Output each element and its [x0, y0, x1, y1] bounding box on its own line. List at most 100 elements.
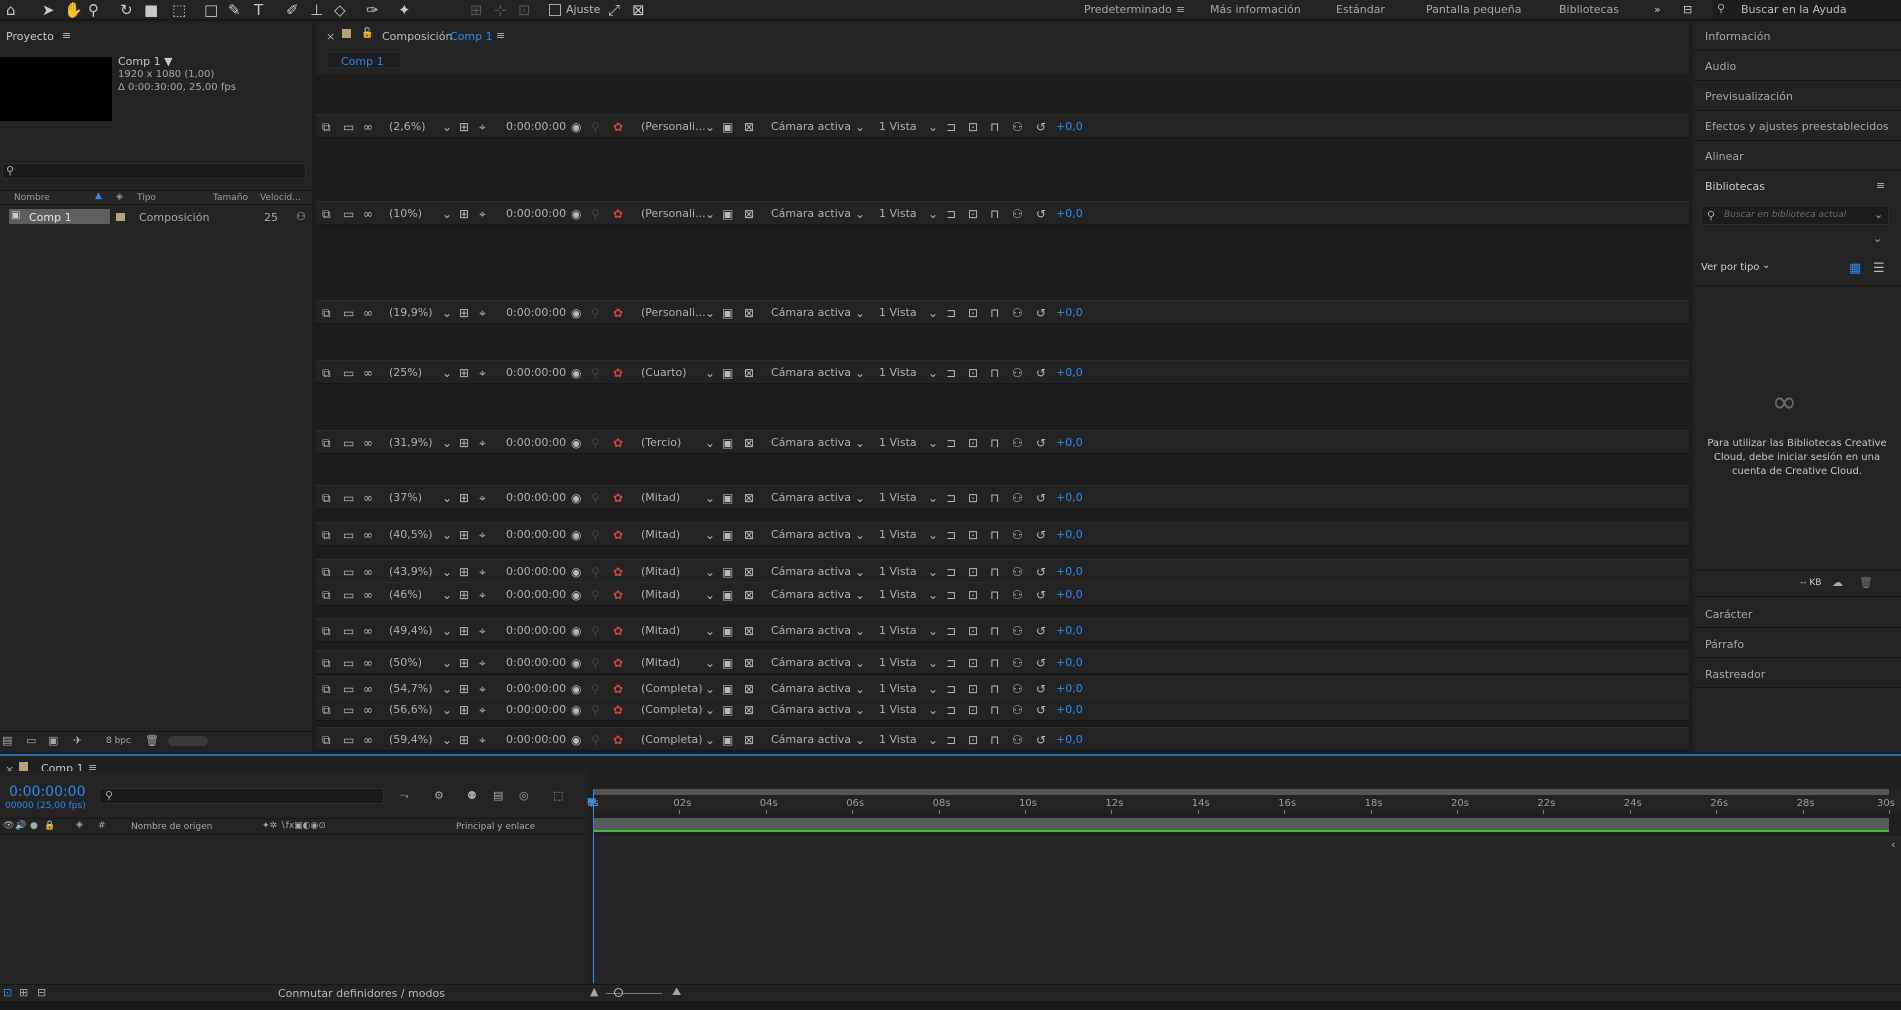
mask-visibility-icon[interactable]: ∞ — [363, 207, 373, 221]
transparency-grid-icon[interactable]: ⊠ — [744, 703, 754, 717]
current-time-display[interactable]: 0:00:00:00 — [506, 207, 566, 220]
snapshot-icon[interactable]: ◉ — [571, 306, 581, 320]
transparency-grid-icon[interactable]: ⊠ — [744, 528, 754, 542]
chevron-down-icon[interactable]: ⌄ — [705, 366, 715, 380]
chevron-down-icon[interactable]: ⌄ — [855, 306, 865, 320]
show-snapshot-icon[interactable]: ⚲ — [591, 703, 600, 717]
camera-dropdown[interactable]: Cámara activa — [771, 207, 851, 220]
resolution-dropdown[interactable]: (Personali... — [641, 306, 706, 319]
always-preview-icon[interactable]: ⧉ — [322, 306, 331, 321]
mask-visibility-icon[interactable]: ∞ — [363, 656, 373, 670]
panel-preview[interactable]: Previsualización — [1705, 90, 1793, 103]
region-of-interest-icon[interactable]: ▣ — [722, 656, 733, 670]
workspace-libraries[interactable]: Bibliotecas — [1559, 3, 1619, 16]
monitor-icon[interactable]: ▭ — [343, 703, 354, 717]
chevron-down-icon[interactable]: ⌄ — [855, 682, 865, 696]
always-preview-icon[interactable]: ⧉ — [322, 491, 331, 506]
resolution-dropdown[interactable]: (Personali... — [641, 207, 706, 220]
chevron-down-icon[interactable]: ⌄ — [928, 528, 938, 542]
region-of-interest-icon[interactable]: ▣ — [722, 491, 733, 505]
chevron-down-icon[interactable]: ⌄ — [705, 703, 715, 717]
camera-dropdown[interactable]: Cámara activa — [771, 588, 851, 601]
flowchart-icon[interactable]: ⚇ — [1012, 703, 1023, 717]
panel-effects[interactable]: Efectos y ajustes preestablecidos — [1705, 120, 1889, 133]
transparency-grid-icon[interactable]: ⊠ — [744, 588, 754, 602]
camera-dropdown[interactable]: Cámara activa — [771, 491, 851, 504]
transparency-grid-icon[interactable]: ⊠ — [744, 366, 754, 380]
mask-visibility-icon[interactable]: ∞ — [363, 565, 373, 579]
grid-guides-icon[interactable]: ⊞ — [459, 733, 469, 747]
mask-visibility-icon[interactable]: ∞ — [363, 733, 373, 747]
chevron-down-icon[interactable]: ⌄ — [855, 703, 865, 717]
channel-icon[interactable]: ✿ — [613, 624, 623, 638]
chevron-down-icon[interactable]: ⌄ — [855, 120, 865, 134]
timeline-icon[interactable]: ⊓ — [990, 366, 999, 380]
chevron-down-icon[interactable]: ⌄ — [442, 306, 452, 320]
transparency-grid-icon[interactable]: ⊠ — [744, 436, 754, 450]
exposure-value[interactable]: +0,0 — [1056, 366, 1083, 379]
camera-dropdown[interactable]: Cámara activa — [771, 733, 851, 746]
view-layout-dropdown[interactable]: 1 Vista — [879, 207, 917, 220]
magnification-dropdown[interactable]: (19,9%) — [389, 306, 433, 319]
magnification-dropdown[interactable]: (59,4%) — [389, 733, 433, 746]
grid-guides-icon[interactable]: ⊞ — [459, 207, 469, 221]
chevron-down-icon[interactable]: ⌄ — [928, 491, 938, 505]
3d-view-icon[interactable]: ⊐ — [946, 624, 956, 638]
grid-guides-icon[interactable]: ⊞ — [459, 528, 469, 542]
fast-previews-icon[interactable]: ⊡ — [968, 733, 978, 747]
show-snapshot-icon[interactable]: ⚲ — [591, 207, 600, 221]
channel-icon[interactable]: ✿ — [613, 703, 623, 717]
chevron-down-icon[interactable]: ⌄ — [442, 733, 452, 747]
project-row[interactable]: ▣ Comp 1 Composición 25 ⚇ — [0, 208, 312, 225]
mask-visibility-icon[interactable]: ∞ — [363, 588, 373, 602]
snapshot-icon[interactable]: ◉ — [571, 491, 581, 505]
help-search-input[interactable]: ⚲ Buscar en la Ayuda — [1713, 0, 1901, 19]
timeline-icon[interactable]: ⊓ — [990, 120, 999, 134]
monitor-icon[interactable]: ▭ — [343, 528, 354, 542]
lock-icon[interactable]: 🔒 — [44, 821, 55, 831]
chevron-down-icon[interactable]: ⌄ — [855, 436, 865, 450]
view-layout-dropdown[interactable]: 1 Vista — [879, 306, 917, 319]
fast-previews-icon[interactable]: ⊡ — [968, 624, 978, 638]
work-area-bar[interactable] — [593, 789, 1889, 795]
chevron-down-icon[interactable]: ⌄ — [442, 436, 452, 450]
toggle-mask-icon[interactable]: ⌖ — [479, 588, 486, 603]
current-time-display[interactable]: 0:00:00:00 — [506, 528, 566, 541]
toggle-mask-icon[interactable]: ⌖ — [479, 120, 486, 135]
snap-options-icon[interactable]: ⤢ — [608, 1, 620, 19]
transparency-grid-icon[interactable]: ⊠ — [744, 656, 754, 670]
view-layout-dropdown[interactable]: 1 Vista — [879, 624, 917, 637]
chevron-down-icon[interactable]: ⌄ — [442, 491, 452, 505]
transparency-grid-icon[interactable]: ⊠ — [744, 682, 754, 696]
resolution-dropdown[interactable]: (Mitad) — [641, 565, 680, 578]
cloud-sync-icon[interactable]: ☁ — [1832, 576, 1843, 589]
current-time-display[interactable]: 0:00:00:00 — [506, 565, 566, 578]
exposure-value[interactable]: +0,0 — [1056, 656, 1083, 669]
chevron-down-icon[interactable]: ⌄ — [705, 588, 715, 602]
transfer-controls-toggle-icon[interactable]: ⊞ — [19, 986, 28, 999]
exposure-value[interactable]: +0,0 — [1056, 306, 1083, 319]
chevron-down-icon[interactable]: ⌄ — [928, 207, 938, 221]
always-preview-icon[interactable]: ⧉ — [322, 436, 331, 451]
view-layout-dropdown[interactable]: 1 Vista — [879, 120, 917, 133]
exposure-value[interactable]: +0,0 — [1056, 491, 1083, 504]
view-layout-dropdown[interactable]: 1 Vista — [879, 436, 917, 449]
monitor-icon[interactable]: ▭ — [343, 733, 354, 747]
exposure-value[interactable]: +0,0 — [1056, 682, 1083, 695]
show-snapshot-icon[interactable]: ⚲ — [591, 120, 600, 134]
puppet-tool-icon[interactable]: ✦ — [398, 1, 411, 19]
channel-icon[interactable]: ✿ — [613, 656, 623, 670]
transparency-grid-icon[interactable]: ⊠ — [744, 120, 754, 134]
reset-exposure-icon[interactable]: ↺ — [1036, 366, 1046, 380]
exposure-value[interactable]: +0,0 — [1056, 624, 1083, 637]
always-preview-icon[interactable]: ⧉ — [322, 656, 331, 671]
view-by-type[interactable]: Ver por tipo — [1701, 262, 1759, 273]
chevron-down-icon[interactable]: ⌄ — [928, 366, 938, 380]
region-of-interest-icon[interactable]: ▣ — [722, 528, 733, 542]
transparency-grid-icon[interactable]: ⊠ — [744, 733, 754, 747]
grid-view-icon[interactable]: ▦ — [1849, 261, 1861, 276]
monitor-icon[interactable]: ▭ — [343, 656, 354, 670]
transparency-grid-icon[interactable]: ⊠ — [744, 207, 754, 221]
magnification-dropdown[interactable]: (31,9%) — [389, 436, 433, 449]
text-tool-icon[interactable]: T — [254, 1, 263, 19]
